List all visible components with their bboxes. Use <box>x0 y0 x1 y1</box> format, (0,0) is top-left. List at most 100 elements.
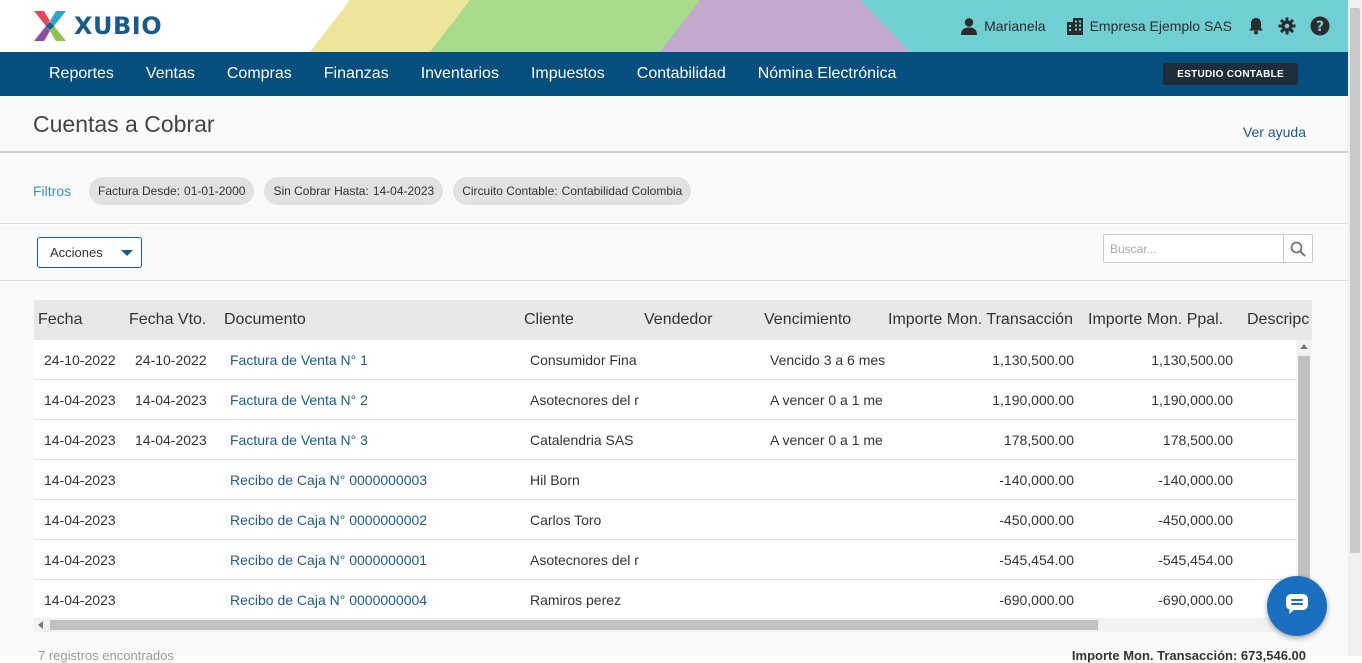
cell-cliente: Asotecnores del r <box>530 552 639 568</box>
cell-importe-ppal: -450,000.00 <box>1158 512 1233 528</box>
user-icon <box>960 17 978 35</box>
table-row[interactable]: 14-04-2023 Recibo de Caja N° 0000000001 … <box>34 540 1296 580</box>
chat-button[interactable] <box>1267 576 1327 636</box>
cell-importe-tx: -690,000.00 <box>999 592 1074 608</box>
table-row[interactable]: 14-04-2023 14-04-2023 Factura de Venta N… <box>34 420 1296 460</box>
cell-documento-link[interactable]: Recibo de Caja N° 0000000003 <box>230 460 427 500</box>
nav-item-ventas[interactable]: Ventas <box>130 65 211 83</box>
nav-item-finanzas[interactable]: Finanzas <box>308 65 405 83</box>
chat-icon <box>1285 593 1309 620</box>
cell-vendedor <box>650 540 760 580</box>
col-header-documento[interactable]: Documento <box>224 300 514 340</box>
cell-importe-tx: 1,190,000.00 <box>992 392 1074 408</box>
user-menu[interactable]: Marianela <box>960 17 1046 35</box>
table-row[interactable]: 14-04-2023 Recibo de Caja N° 0000000004 … <box>34 580 1296 620</box>
user-name: Marianela <box>984 18 1046 34</box>
search-icon[interactable] <box>1283 235 1312 262</box>
company-menu[interactable]: Empresa Ejemplo SAS <box>1066 17 1232 35</box>
cell-documento-link[interactable]: Factura de Venta N° 2 <box>230 380 368 420</box>
table-row[interactable]: 14-04-2023 Recibo de Caja N° 0000000002 … <box>34 500 1296 540</box>
cell-vendedor <box>650 460 760 500</box>
cell-vendedor <box>650 580 760 620</box>
caret-down-icon <box>121 250 133 256</box>
scroll-thumb[interactable] <box>1298 356 1310 588</box>
studio-contable-button[interactable]: ESTUDIO CONTABLE <box>1163 63 1298 85</box>
search-input[interactable] <box>1104 235 1284 262</box>
cell-vencimiento <box>770 540 885 580</box>
page-header: Cuentas a Cobrar Ver ayuda <box>0 96 1348 153</box>
search-box <box>1103 234 1313 263</box>
col-header-vendedor[interactable]: Vendedor <box>644 300 754 340</box>
cell-fecha: 14-04-2023 <box>44 432 116 448</box>
cell-cliente: Hil Born <box>530 472 580 488</box>
filter-chip-factura-desde[interactable]: Factura Desde: 01-01-2000 <box>89 177 255 205</box>
cell-fecha: 14-04-2023 <box>44 592 116 608</box>
filter-chip-value: Contabilidad Colombia <box>561 184 683 198</box>
cell-fecha-vto: 14-04-2023 <box>135 392 207 408</box>
cell-vencimiento <box>770 580 885 620</box>
col-header-fecha[interactable]: Fecha <box>38 300 123 340</box>
scroll-thumb[interactable] <box>1350 8 1360 553</box>
table-row[interactable]: 24-10-2022 24-10-2022 Factura de Venta N… <box>34 340 1296 380</box>
cell-importe-tx: 1,130,500.00 <box>992 352 1074 368</box>
col-header-vencimiento[interactable]: Vencimiento <box>764 300 884 340</box>
nav-item-inventarios[interactable]: Inventarios <box>405 65 515 83</box>
cell-fecha-vto: 24-10-2022 <box>135 352 207 368</box>
col-header-descripcion[interactable]: Descripc <box>1247 300 1312 340</box>
table-row[interactable]: 14-04-2023 Recibo de Caja N° 0000000003 … <box>34 460 1296 500</box>
cell-documento-link[interactable]: Factura de Venta N° 3 <box>230 420 368 460</box>
col-header-importe-tx[interactable]: Importe Mon. Transacción <box>888 300 1086 340</box>
cell-fecha: 14-04-2023 <box>44 552 116 568</box>
filter-chip-key: Circuito Contable: <box>462 184 558 198</box>
cell-importe-tx: -140,000.00 <box>999 472 1074 488</box>
filters-label[interactable]: Filtros <box>33 183 71 199</box>
nav-item-compras[interactable]: Compras <box>211 65 308 83</box>
scroll-thumb[interactable] <box>50 620 1098 630</box>
cell-importe-ppal: -690,000.00 <box>1158 592 1233 608</box>
xubio-logo-icon <box>32 9 68 43</box>
bell-icon[interactable] <box>1248 17 1264 35</box>
cell-fecha: 14-04-2023 <box>44 512 116 528</box>
cell-vendedor <box>650 340 760 380</box>
cell-importe-ppal: -140,000.00 <box>1158 472 1233 488</box>
col-header-fecha-vto[interactable]: Fecha Vto. <box>129 300 219 340</box>
col-header-cliente[interactable]: Cliente <box>524 300 634 340</box>
page-scrollbar[interactable] <box>1348 0 1362 656</box>
cell-vencimiento <box>770 460 885 500</box>
cell-vencimiento: A vencer 0 a 1 me <box>770 392 883 408</box>
table-header: Fecha Fecha Vto. Documento Cliente Vende… <box>34 300 1312 340</box>
table-area: Fecha Fecha Vto. Documento Cliente Vende… <box>0 282 1348 663</box>
cell-documento-link[interactable]: Recibo de Caja N° 0000000001 <box>230 540 427 580</box>
nav-item-contabilidad[interactable]: Contabilidad <box>621 65 742 83</box>
actions-dropdown[interactable]: Acciones <box>37 237 142 268</box>
cell-vendedor <box>650 500 760 540</box>
table-horizontal-scrollbar[interactable] <box>34 618 1296 632</box>
nav-item-impuestos[interactable]: Impuestos <box>515 65 621 83</box>
filter-chip-key: Sin Cobrar Hasta: <box>273 184 369 198</box>
scroll-up-arrow-icon[interactable] <box>1300 344 1308 349</box>
help-link[interactable]: Ver ayuda <box>1243 124 1306 140</box>
cell-importe-ppal: 1,130,500.00 <box>1151 352 1233 368</box>
cell-fecha: 24-10-2022 <box>44 352 116 368</box>
scroll-left-arrow-icon[interactable] <box>38 621 43 629</box>
logo[interactable]: XUBIO <box>32 9 162 43</box>
nav-item-reportes[interactable]: Reportes <box>33 65 130 83</box>
cell-importe-ppal: 1,190,000.00 <box>1151 392 1233 408</box>
table-row[interactable]: 14-04-2023 14-04-2023 Factura de Venta N… <box>34 380 1296 420</box>
cell-fecha-vto: 14-04-2023 <box>135 432 207 448</box>
nav-item-nomina[interactable]: Nómina Electrónica <box>742 65 913 83</box>
filter-chip-circuito-contable[interactable]: Circuito Contable: Contabilidad Colombia <box>453 177 692 205</box>
company-name: Empresa Ejemplo SAS <box>1089 18 1232 34</box>
cell-documento-link[interactable]: Factura de Venta N° 1 <box>230 340 368 380</box>
cell-importe-tx: 178,500.00 <box>1003 432 1074 448</box>
page-title: Cuentas a Cobrar <box>33 111 215 137</box>
cell-documento-link[interactable]: Recibo de Caja N° 0000000002 <box>230 500 427 540</box>
cell-documento-link[interactable]: Recibo de Caja N° 0000000004 <box>230 580 427 620</box>
toolbar: Acciones <box>0 225 1348 281</box>
cell-fecha: 14-04-2023 <box>44 472 116 488</box>
cell-vencimiento <box>770 500 885 540</box>
filter-chip-sin-cobrar-hasta[interactable]: Sin Cobrar Hasta: 14-04-2023 <box>264 177 444 205</box>
col-header-importe-ppal[interactable]: Importe Mon. Ppal. <box>1088 300 1238 340</box>
gear-icon[interactable] <box>1278 17 1296 35</box>
help-icon[interactable]: ? <box>1310 16 1330 36</box>
